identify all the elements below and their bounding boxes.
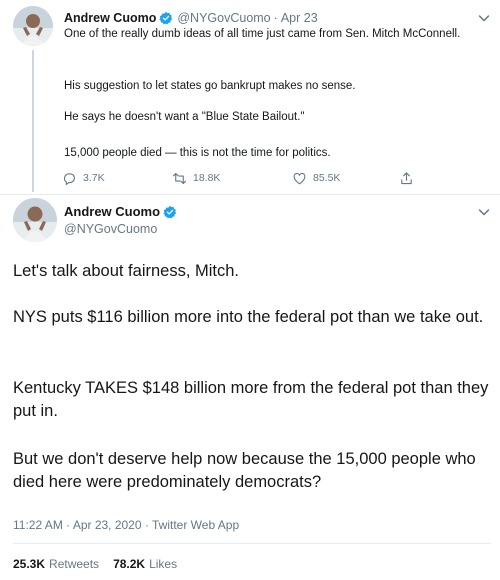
reply-icon bbox=[63, 172, 76, 185]
avatar-image bbox=[13, 6, 53, 46]
author-handle[interactable]: @NYGovCuomo bbox=[64, 222, 157, 236]
like-button[interactable]: 85.5K bbox=[292, 168, 340, 188]
share-icon bbox=[401, 171, 412, 184]
author-handle[interactable]: @NYGovCuomo bbox=[177, 11, 270, 25]
thread-connector-line bbox=[32, 50, 34, 192]
author-name[interactable]: Andrew Cuomo bbox=[64, 204, 160, 219]
tweet-timestamp[interactable]: 11:22 AM · Apr 23, 2020 · bbox=[13, 518, 152, 532]
reply-count: 3.7K bbox=[83, 172, 105, 184]
like-icon bbox=[293, 172, 306, 184]
tweet-actions: 3.7K 18.8K 85.5K bbox=[62, 168, 452, 188]
author-name[interactable]: Andrew Cuomo bbox=[64, 11, 156, 25]
parent-tweet[interactable]: Andrew Cuomo @NYGovCuomo · Apr 23 One of… bbox=[0, 0, 500, 195]
avatar[interactable] bbox=[13, 198, 57, 242]
tweet-header: Andrew Cuomo bbox=[64, 204, 177, 219]
chevron-down-icon[interactable] bbox=[476, 204, 492, 220]
retweet-icon bbox=[173, 172, 186, 184]
avatar[interactable] bbox=[13, 6, 53, 46]
tweet-text-paragraph: 15,000 people died — this is not the tim… bbox=[64, 147, 331, 159]
engagement-stats: 25.3K Retweets 78.2K Likes bbox=[13, 557, 177, 571]
retweets-count: 25.3K bbox=[13, 557, 46, 571]
divider bbox=[13, 543, 491, 544]
like-count: 85.5K bbox=[313, 172, 341, 184]
tweet-metadata: 11:22 AM · Apr 23, 2020 · Twitter Web Ap… bbox=[13, 518, 239, 532]
tweet-text-paragraph: He says he doesn't want a "Blue State Ba… bbox=[64, 111, 305, 123]
chevron-down-icon[interactable] bbox=[476, 10, 492, 26]
retweets-stat[interactable]: 25.3K Retweets bbox=[13, 557, 99, 571]
likes-label: Likes bbox=[149, 557, 178, 571]
likes-stat[interactable]: 78.2K Likes bbox=[113, 557, 177, 571]
tweet-date[interactable]: Apr 23 bbox=[281, 11, 318, 25]
verified-icon bbox=[159, 11, 173, 25]
retweet-button[interactable]: 18.8K bbox=[172, 168, 220, 188]
tweet-text-paragraph: His suggestion to let states go bankrupt… bbox=[64, 80, 356, 92]
share-button[interactable] bbox=[399, 168, 420, 188]
separator-dot: · bbox=[273, 11, 278, 25]
tweet-text-paragraph: One of the really dumb ideas of all time… bbox=[64, 28, 461, 40]
tweet-text-paragraph: Let's talk about fairness, Mitch. bbox=[13, 262, 240, 280]
retweet-count: 18.8K bbox=[193, 172, 221, 184]
likes-count: 78.2K bbox=[113, 557, 146, 571]
source-app-link[interactable]: Twitter Web App bbox=[152, 518, 239, 532]
tweet-text-paragraph: Kentucky TAKES $148 billion more from th… bbox=[13, 379, 489, 420]
tweet-header: Andrew Cuomo @NYGovCuomo · Apr 23 bbox=[64, 9, 318, 27]
tweet-text-paragraph: NYS puts $116 billion more into the fede… bbox=[13, 308, 484, 326]
avatar-image bbox=[13, 198, 57, 242]
verified-icon bbox=[163, 205, 177, 219]
tweet-text-paragraph: But we don't deserve help now because th… bbox=[13, 450, 476, 491]
retweets-label: Retweets bbox=[49, 557, 100, 571]
reply-button[interactable]: 3.7K bbox=[62, 168, 105, 188]
